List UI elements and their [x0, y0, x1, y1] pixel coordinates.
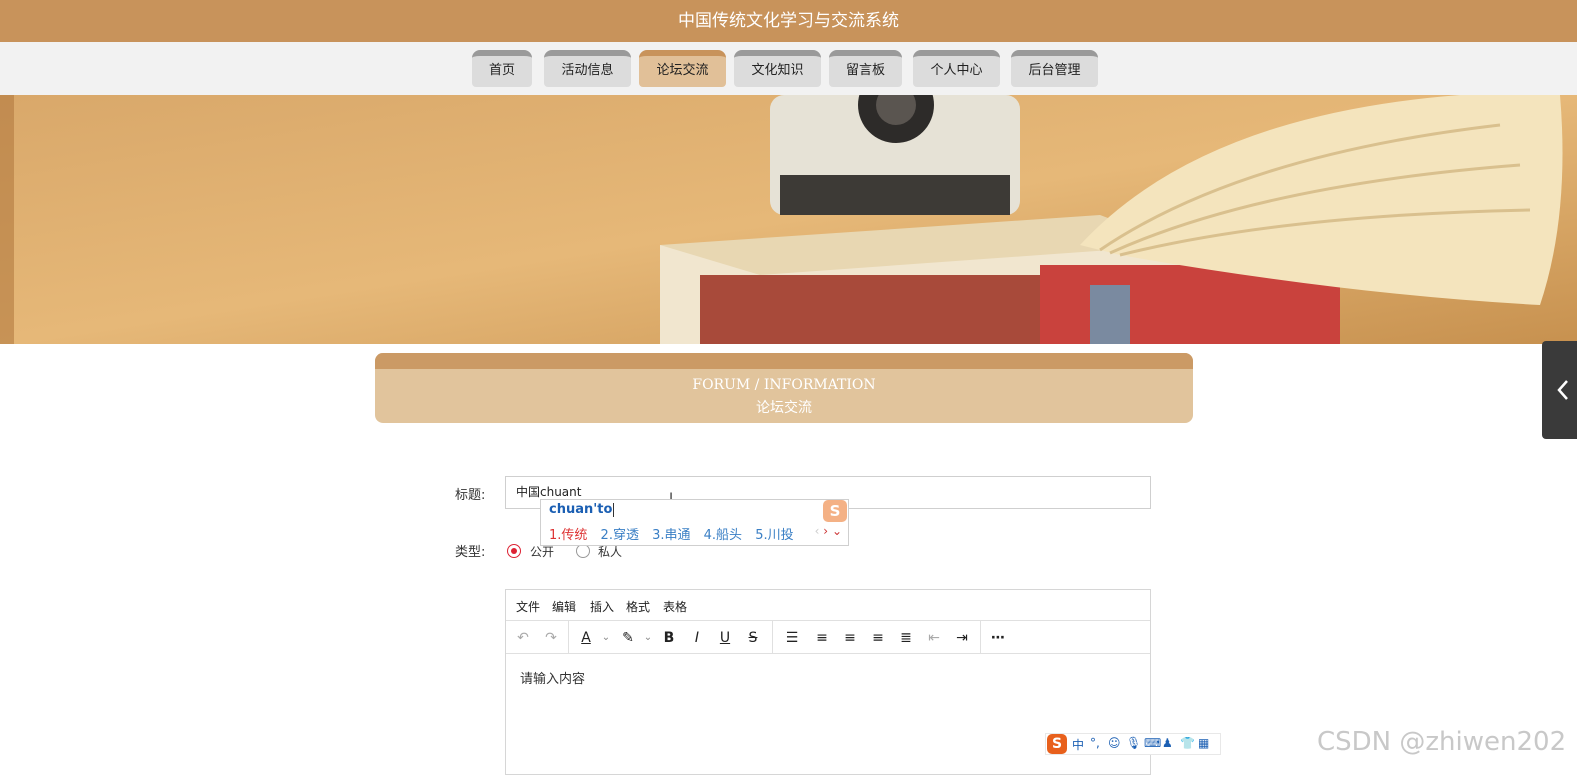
ime-status-bar: S 中 °, ☺ 🎙 ⌨ ♟ 👕 ▦ [1045, 733, 1221, 755]
ime-composition: chuan'to [549, 502, 613, 517]
section-header: FORUM / INFORMATION 论坛交流 [375, 353, 1193, 423]
menu-insert[interactable]: 插入 [590, 598, 614, 615]
bold-icon[interactable]: B [657, 627, 681, 649]
editor-toolbar: ↶ ↷ A ⌄ ✎ ⌄ B I U S ☰ ≡ ≡ ≡ ≣ ⇤ ⇥ ⋯ [506, 621, 1150, 654]
ime-page-arrows[interactable]: ‹ › ⌄ [815, 524, 842, 538]
section-title-cn: 论坛交流 [756, 400, 812, 416]
punctuation-icon[interactable]: °, [1090, 736, 1100, 750]
chevron-down-icon[interactable]: ⌄ [832, 524, 842, 538]
section-title-en: FORUM / INFORMATION [692, 377, 876, 393]
side-collapse-tab[interactable] [1542, 341, 1577, 439]
skin-icon[interactable]: 👕 [1180, 736, 1195, 750]
chevron-right-icon[interactable]: › [823, 524, 828, 538]
type-label: 类型: [455, 545, 486, 560]
sogou-logo-icon: S [823, 500, 847, 522]
undo-icon[interactable]: ↶ [511, 627, 535, 649]
chevron-down-icon[interactable]: ⌄ [594, 627, 618, 649]
site-title: 中国传统文化学习与交流系统 [678, 11, 899, 31]
ime-candidates: 1.传统 2.穿透 3.串通 4.船头 5.川投 [549, 524, 803, 543]
nav-home[interactable]: 首页 [472, 50, 532, 87]
more-icon[interactable]: ⋯ [986, 627, 1010, 649]
nav-culture[interactable]: 文化知识 [734, 50, 821, 87]
menu-format[interactable]: 格式 [626, 598, 650, 615]
editor-menubar: 文件 编辑 插入 格式 表格 [506, 590, 1150, 621]
nav-profile[interactable]: 个人中心 [913, 50, 1000, 87]
ime-candidate[interactable]: 2.穿透 [601, 528, 639, 543]
redo-icon[interactable]: ↷ [539, 627, 563, 649]
ime-candidate[interactable]: 3.串通 [652, 528, 690, 543]
hero-illustration [0, 95, 1577, 344]
chevron-left-icon[interactable]: ‹ [815, 524, 820, 538]
ime-candidate[interactable]: 5.川投 [755, 528, 793, 543]
ime-candidate[interactable]: 4.船头 [704, 528, 742, 543]
ime-mode[interactable]: 中 [1072, 736, 1084, 753]
menu-file[interactable]: 文件 [516, 598, 540, 615]
italic-icon[interactable]: I [685, 627, 709, 649]
grid-icon[interactable]: ▦ [1198, 736, 1209, 750]
keyboard-icon[interactable]: ⌨ [1144, 736, 1161, 750]
align-justify-icon[interactable]: ≣ [894, 627, 918, 649]
strikethrough-icon[interactable]: S [741, 627, 765, 649]
nav-activities[interactable]: 活动信息 [544, 50, 631, 87]
align-left-icon[interactable]: ≡ [810, 627, 834, 649]
ime-candidate[interactable]: 1.传统 [549, 528, 587, 543]
underline-icon[interactable]: U [713, 627, 737, 649]
microphone-icon[interactable]: 🎙 [1126, 736, 1141, 750]
ime-candidate-popup: chuan'to S 1.传统 2.穿透 3.串通 4.船头 5.川投 ‹ › … [540, 499, 849, 546]
radio-private[interactable] [576, 544, 590, 558]
watermark: CSDN @zhiwen202 [1317, 727, 1567, 757]
emoji-icon[interactable]: ☺ [1108, 736, 1121, 750]
section-header-strip [375, 353, 1193, 369]
menu-table[interactable]: 表格 [663, 598, 687, 615]
nav-admin[interactable]: 后台管理 [1011, 50, 1098, 87]
chevron-left-icon [1557, 380, 1568, 400]
title-label: 标题: [455, 488, 486, 503]
top-bar: 中国传统文化学习与交流系统 [0, 0, 1577, 42]
outdent-icon[interactable]: ⇤ [922, 627, 946, 649]
user-icon[interactable]: ♟ [1162, 736, 1173, 750]
menu-edit[interactable]: 编辑 [552, 598, 576, 615]
main-nav: 首页 活动信息 论坛交流 文化知识 留言板 个人中心 后台管理 [0, 42, 1577, 95]
editor-content[interactable]: 请输入内容 [520, 668, 585, 687]
align-center-icon[interactable]: ≡ [838, 627, 862, 649]
radio-public[interactable] [507, 544, 521, 558]
nav-forum[interactable]: 论坛交流 [639, 50, 726, 87]
hero-banner [0, 95, 1577, 344]
nav-guestbook[interactable]: 留言板 [829, 50, 902, 87]
align-right-icon[interactable]: ≡ [866, 627, 890, 649]
sogou-logo-icon[interactable]: S [1047, 734, 1067, 754]
line-height-icon[interactable]: ☰ [780, 627, 804, 649]
indent-icon[interactable]: ⇥ [950, 627, 974, 649]
